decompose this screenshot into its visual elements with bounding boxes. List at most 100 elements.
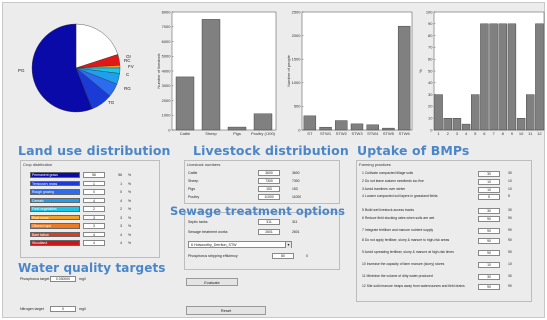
crop-value-input[interactable]: 0 <box>83 189 105 195</box>
livestock-input[interactable]: 3600 <box>258 170 280 176</box>
nitrogen-target-label: Nitrogen target <box>20 307 44 311</box>
farming-practice-input[interactable]: 90 <box>478 216 500 222</box>
crop-row: Oilseed rape 3 3% <box>30 223 131 229</box>
bmp-ytick-label: 50 <box>428 68 433 73</box>
farming-practice-value: 30 <box>508 274 512 278</box>
farming-practice-input[interactable]: 30 <box>478 208 500 214</box>
farming-practice-value: 90 <box>508 238 512 242</box>
treatment-works-dropdown[interactable]: 6 Holsworthy_Derriton_STW ▾ <box>188 241 292 248</box>
chevron-down-icon[interactable]: ▾ <box>285 242 291 248</box>
crop-unit: % <box>128 241 132 245</box>
bmp-bar <box>498 23 507 131</box>
farming-practice-input[interactable]: 5 <box>478 194 500 200</box>
livestock-category-label: Sheep <box>205 131 217 136</box>
crop-name: Temporary grass <box>30 180 80 187</box>
crop-value-input[interactable]: 4 <box>83 240 105 246</box>
crop-value: 56 <box>118 173 122 177</box>
bmp-ytick-label: 100 <box>426 9 433 14</box>
nitrogen-target-input[interactable]: 0 <box>50 306 76 312</box>
sewage-works-input[interactable]: 2601 <box>258 229 280 235</box>
livestock-caption: Livestock distribution <box>193 143 349 158</box>
sewage-ytick-label: 2000 <box>292 33 302 38</box>
land-use-pie-chart: PGTGRGCFVRCOI <box>18 23 134 113</box>
crop-unit: % <box>128 173 132 177</box>
crop-name: Field vegetables <box>30 206 80 212</box>
sewage-bar-chart: 0 500 1000 1500 2000 2500 ST STW1 STW2 STW3 STW4 ST… <box>286 9 413 136</box>
farming-practice-input[interactable]: 10 <box>478 262 500 268</box>
livestock-input[interactable]: 7300 <box>258 178 280 184</box>
farming-practice-row: 1 Cultivate compacted tillage soils 30 30 <box>362 171 512 177</box>
crop-row: Cereals 4 4% <box>30 197 131 204</box>
farming-practice-input[interactable]: 10 <box>478 187 500 193</box>
bmp-bar <box>507 23 517 131</box>
farming-practice-label: 9 Avoid spreading fertiliser, slurry & m… <box>362 250 454 254</box>
farming-practice-input[interactable]: 90 <box>478 238 500 244</box>
bmp-bar <box>443 117 452 131</box>
evaluate-button[interactable]: Evaluate <box>186 278 238 286</box>
septic-tanks-input[interactable]: 311 <box>258 219 280 225</box>
bmp-category-label: 1 <box>437 131 440 136</box>
livestock-ytick-label: 7000 <box>162 24 172 29</box>
farming-practice-input[interactable]: 30 <box>478 274 500 280</box>
farming-practice-value: 10 <box>508 187 512 191</box>
pie-label: RG <box>124 86 131 91</box>
bmp-category-label: 8 <box>502 131 505 136</box>
crop-value: 4 <box>120 241 122 245</box>
farming-practice-input[interactable]: 90 <box>478 228 500 234</box>
livestock-ytick-label: 1000 <box>162 113 172 118</box>
livestock-ytick-label: 4000 <box>162 68 172 73</box>
crop-value-input[interactable]: 56 <box>83 172 105 178</box>
crop-value-input[interactable]: 4 <box>83 231 105 238</box>
livestock-bar <box>175 76 195 131</box>
phosphorus-target-unit: mg/l <box>79 277 86 281</box>
farming-practice-row: 3 Avoid tramlines over winter 10 10 <box>362 187 512 193</box>
phosphorus-stripping-row: Phosphorus stripping efficiency 80 0 <box>188 253 308 259</box>
crop-row: Bare fallow 4 4% <box>30 231 131 238</box>
farming-practice-row: 10 Increase the capacity of farm manure … <box>362 262 512 268</box>
bmp-category-label: 7 <box>492 131 495 136</box>
farming-practice-label: 1 Cultivate compacted tillage soils <box>362 171 414 175</box>
crop-unit: % <box>128 181 132 186</box>
farming-practice-input[interactable]: 90 <box>478 250 500 256</box>
livestock-bar <box>201 19 221 131</box>
sewage-ytick-label: 1500 <box>292 57 302 62</box>
farming-practice-input[interactable]: 10 <box>478 179 500 185</box>
crop-unit: % <box>128 215 132 220</box>
pie-label: C <box>126 72 130 77</box>
phosphorus-target-input[interactable]: 0.030000 <box>50 276 76 282</box>
nitrogen-target-row: Nitrogen target 0 mg/l <box>20 306 86 312</box>
sewage-row: Sewage treatment works 2601 2601 <box>188 229 300 235</box>
water-quality-caption: Water quality targets <box>18 261 166 275</box>
phosphorus-target-row: Phosphorus target 0.030000 mg/l <box>20 276 86 282</box>
crop-value-input[interactable]: 3 <box>83 223 105 229</box>
bmp-bar <box>452 117 462 131</box>
farming-practice-value: 30 <box>508 171 512 175</box>
bmp-ytick-label: 60 <box>428 57 433 62</box>
sewage-ytick-label: 500 <box>294 104 301 109</box>
farming-practice-value: 90 <box>508 216 512 220</box>
bmp-bar <box>480 23 489 131</box>
reset-button[interactable]: Reset <box>186 306 266 315</box>
phosphorus-stripping-input[interactable]: 80 <box>272 253 294 259</box>
livestock-input[interactable]: 153 <box>258 186 280 192</box>
crop-value-input[interactable]: 3 <box>83 214 105 221</box>
bmp-ytick-label: 10 <box>428 116 433 121</box>
livestock-input[interactable]: 11000 <box>258 194 280 200</box>
livestock-row: Cattle 3600 3600 <box>188 170 300 176</box>
crop-value-input[interactable]: 1 <box>83 180 105 187</box>
farming-practice-row: 6 Reduce field stocking rates when soils… <box>362 216 512 222</box>
farming-practice-row: 9 Avoid spreading fertiliser, slurry & m… <box>362 250 512 256</box>
phosphorus-target-label: Phosphorus target <box>20 277 50 281</box>
crop-row: Field vegetables 2 2% <box>30 206 131 212</box>
crop-name: Bare fallow <box>30 231 80 238</box>
sewage-ytick-label: 0 <box>298 127 301 132</box>
crop-value: 1 <box>120 181 122 186</box>
sewage-category-label: ST <box>307 131 313 136</box>
crop-value-input[interactable]: 4 <box>83 197 105 204</box>
bmp-category-label: 5 <box>474 131 477 136</box>
farming-practice-input[interactable]: 30 <box>478 171 500 177</box>
crop-row: Permanent grass 56 56% <box>30 172 131 178</box>
bmp-category-label: 4 <box>465 131 468 136</box>
farming-practice-input[interactable]: 90 <box>478 284 500 290</box>
crop-value-input[interactable]: 2 <box>83 206 105 212</box>
